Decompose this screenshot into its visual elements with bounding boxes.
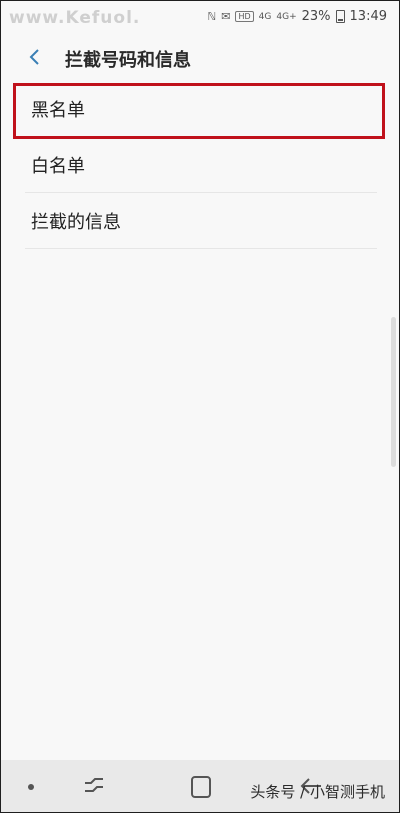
back-arrow-icon[interactable] [25, 47, 45, 67]
status-bar-watermark: www.Kefuol. [9, 8, 141, 28]
4g-signal-icon: 4G [258, 11, 272, 22]
watermark: 头条号 / 小智测手机 [250, 783, 385, 801]
list-item-blacklist[interactable]: 黑名单 [1, 81, 399, 137]
hd-icon: HD [235, 11, 254, 22]
page-title: 拦截号码和信息 [65, 50, 191, 71]
network-icon: ℕ [207, 10, 217, 23]
message-icon: ✉ [221, 10, 231, 23]
list-item-label: 拦截的信息 [31, 212, 121, 233]
settings-list: 黑名单 白名单 拦截的信息 [1, 81, 399, 249]
scrollbar[interactable] [391, 317, 396, 467]
4g-plus-signal-icon: 4G+ [276, 11, 297, 22]
app-bar: 拦截号码和信息 [1, 35, 399, 81]
status-bar: www.Kefuol. ℕ ✉ HD 4G 4G+ 23% 13:49 [1, 1, 399, 35]
battery-percent: 23% [301, 9, 331, 24]
phone-frame: www.Kefuol. ℕ ✉ HD 4G 4G+ 23% 13:49 拦截号码… [0, 0, 400, 813]
navigation-bar: 头条号 / 小智测手机 [1, 760, 399, 812]
clock: 13:49 [349, 9, 387, 24]
home-icon[interactable] [191, 776, 211, 798]
list-item-whitelist[interactable]: 白名单 [1, 137, 399, 193]
recent-apps-icon[interactable] [83, 776, 105, 800]
dot-icon[interactable] [28, 784, 34, 790]
list-item-label: 黑名单 [31, 100, 85, 121]
list-item-label: 白名单 [31, 156, 85, 177]
battery-icon [335, 10, 345, 23]
status-icons: ℕ ✉ HD 4G 4G+ 23% 13:49 [207, 9, 387, 24]
list-item-blocked-messages[interactable]: 拦截的信息 [1, 193, 399, 249]
